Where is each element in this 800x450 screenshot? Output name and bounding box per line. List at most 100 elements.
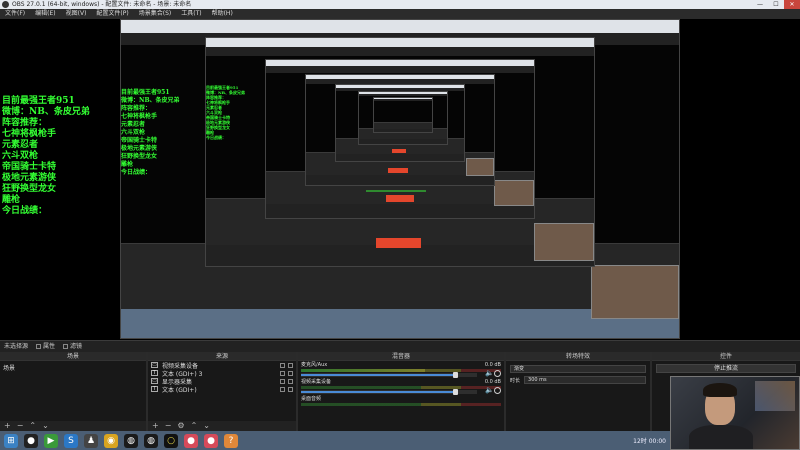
close-button[interactable]: ✕ bbox=[784, 0, 800, 9]
overlay-line: 目前最强王者951 bbox=[2, 96, 75, 106]
overlay-line: 元素忍者 bbox=[121, 121, 146, 128]
text-icon: T bbox=[151, 386, 158, 392]
qq-icon[interactable]: ● bbox=[24, 433, 38, 448]
eye-icon[interactable] bbox=[280, 370, 285, 376]
eye-icon[interactable] bbox=[280, 386, 285, 392]
game-client-icon[interactable]: ○ bbox=[164, 433, 178, 448]
menu-edit[interactable]: 编辑(E) bbox=[30, 9, 60, 19]
speaker-icon[interactable]: 🔈 bbox=[485, 370, 494, 377]
scene-item[interactable]: 场景 bbox=[0, 361, 146, 374]
lock-icon[interactable] bbox=[288, 378, 293, 384]
minimize-button[interactable]: — bbox=[752, 0, 768, 9]
move-up-button[interactable]: ⌃ bbox=[29, 421, 36, 431]
menu-profile[interactable]: 配置文件(P) bbox=[91, 9, 133, 19]
text-icon: T bbox=[151, 370, 158, 376]
menu-bar: 文件(F) 编辑(E) 视图(V) 配置文件(P) 场景集合(S) 工具(T) … bbox=[0, 9, 800, 19]
lock-icon[interactable] bbox=[288, 386, 293, 392]
media-player-icon[interactable]: ▶ bbox=[44, 433, 58, 448]
overlay-line: 今日战绩： bbox=[206, 135, 226, 140]
stop-stream-button[interactable]: 停止推流 bbox=[656, 364, 796, 373]
move-down-button[interactable]: ⌄ bbox=[203, 421, 210, 431]
sogou-icon[interactable]: S bbox=[64, 433, 78, 448]
obs-logo-icon bbox=[2, 1, 9, 8]
add-scene-button[interactable]: + bbox=[4, 421, 11, 431]
menu-scene-collection[interactable]: 场景集合(S) bbox=[134, 9, 177, 19]
nested-stream-button bbox=[376, 238, 421, 248]
menu-tools[interactable]: 工具(T) bbox=[176, 9, 206, 19]
start-button-icon[interactable]: ⊞ bbox=[4, 433, 18, 448]
duration-label: 时长 bbox=[510, 377, 521, 384]
move-up-button[interactable]: ⌃ bbox=[191, 421, 198, 431]
controls-header: 控件 bbox=[652, 352, 800, 361]
overlay-text-medium: 目前最强王者951 微博：NB、条皮兄弟 阵容推荐： 七神将枫枪手 元素忍者 六… bbox=[121, 89, 180, 177]
maximize-button[interactable]: ☐ bbox=[768, 0, 784, 9]
overlay-line: 目前最强王者951 bbox=[121, 89, 170, 96]
nested-titlebar bbox=[306, 75, 494, 80]
nested-stream-button bbox=[386, 195, 414, 202]
move-down-button[interactable]: ⌄ bbox=[42, 421, 49, 431]
overlay-line: 元素忍者 bbox=[2, 140, 39, 150]
volume-meter bbox=[301, 386, 501, 389]
overlay-line: 帝国骑士卡特 bbox=[121, 137, 158, 144]
nested-webcam bbox=[534, 223, 594, 261]
mixer-dock: 混音器 麦克风/Aux 0.0 dB 🔈 视频采集设备 0.0 dB 🔈 桌面音频 bbox=[298, 352, 506, 431]
nested-preview bbox=[374, 100, 432, 122]
lock-icon[interactable] bbox=[288, 362, 293, 368]
gear-icon bbox=[36, 344, 42, 349]
chrome-icon[interactable]: ◉ bbox=[104, 433, 118, 448]
help-app-icon[interactable]: ? bbox=[224, 433, 238, 448]
nested-docks bbox=[374, 121, 432, 129]
overlay-line: 帝国骑士卡特 bbox=[2, 162, 57, 172]
obs-app-icon[interactable]: ◍ bbox=[124, 433, 138, 448]
nested-titlebar bbox=[121, 20, 679, 33]
overlay-line: 狂野换型龙女 bbox=[121, 153, 158, 160]
source-settings-button[interactable]: ⚙ bbox=[177, 421, 184, 431]
filter-icon bbox=[63, 344, 69, 349]
overlay-line: 六斗双枪 bbox=[121, 129, 146, 136]
speaker-icon[interactable]: 🔈 bbox=[485, 387, 494, 394]
transition-select[interactable]: 渐变 bbox=[510, 365, 646, 373]
nested-meter bbox=[366, 190, 426, 192]
volume-meter bbox=[301, 403, 501, 406]
gear-icon[interactable] bbox=[494, 370, 501, 377]
mixer-channel: 桌面音频 bbox=[298, 395, 504, 412]
menu-view[interactable]: 视图(V) bbox=[61, 9, 92, 19]
nested-webcam bbox=[591, 265, 679, 319]
slider-fill bbox=[301, 374, 456, 376]
eye-icon[interactable] bbox=[280, 378, 285, 384]
source-toolbar: 未选择源 属性 滤镜 bbox=[0, 340, 800, 352]
overlay-line: 极地元素游侠 bbox=[121, 145, 158, 152]
overlay-line: 微博：NB、条皮兄弟 bbox=[2, 107, 90, 117]
duration-input[interactable]: 300 ms bbox=[524, 376, 646, 384]
volume-slider[interactable] bbox=[301, 389, 477, 395]
obs-app-icon[interactable]: ◍ bbox=[144, 433, 158, 448]
preview-canvas[interactable]: 目前最强王者951 微博：NB、条皮兄弟 阵容推荐： 七神将枫枪手 元素忍者 六… bbox=[0, 19, 800, 340]
nested-titlebar bbox=[359, 92, 447, 95]
properties-label: 属性 bbox=[43, 342, 56, 350]
source-item[interactable]: T 文本 (GDI+) bbox=[148, 385, 296, 394]
game-app-icon[interactable]: ● bbox=[204, 433, 218, 448]
add-source-button[interactable]: + bbox=[152, 421, 159, 431]
no-source-label: 未选择源 bbox=[4, 343, 29, 350]
lock-icon[interactable] bbox=[288, 370, 293, 376]
remove-scene-button[interactable]: − bbox=[17, 421, 24, 431]
remove-source-button[interactable]: − bbox=[165, 421, 172, 431]
channel-name: 视频采集设备 bbox=[301, 379, 332, 385]
mixer-channel: 麦克风/Aux 0.0 dB 🔈 bbox=[298, 361, 504, 378]
webcam-feed bbox=[670, 376, 800, 450]
nested-stream-button bbox=[388, 168, 408, 173]
properties-button[interactable]: 属性 bbox=[36, 341, 55, 352]
volume-slider[interactable] bbox=[301, 372, 477, 378]
channel-name: 桌面音频 bbox=[301, 396, 322, 402]
game-app-icon[interactable]: ♟ bbox=[84, 433, 98, 448]
nested-titlebar bbox=[336, 85, 464, 89]
eye-icon[interactable] bbox=[280, 362, 285, 368]
duration-row: 时长 300 ms bbox=[510, 376, 646, 384]
filters-button[interactable]: 滤镜 bbox=[63, 341, 82, 352]
menu-help[interactable]: 帮助(H) bbox=[207, 9, 238, 19]
game-app-icon[interactable]: ● bbox=[184, 433, 198, 448]
gear-icon[interactable] bbox=[494, 387, 501, 394]
channel-db: 0.0 dB bbox=[484, 379, 501, 385]
windows-taskbar: ⊞ ● ▶ S ♟ ◉ ◍ ◍ ○ ● ● ? 12时 00:00 bbox=[0, 431, 670, 450]
menu-file[interactable]: 文件(F) bbox=[0, 9, 30, 19]
